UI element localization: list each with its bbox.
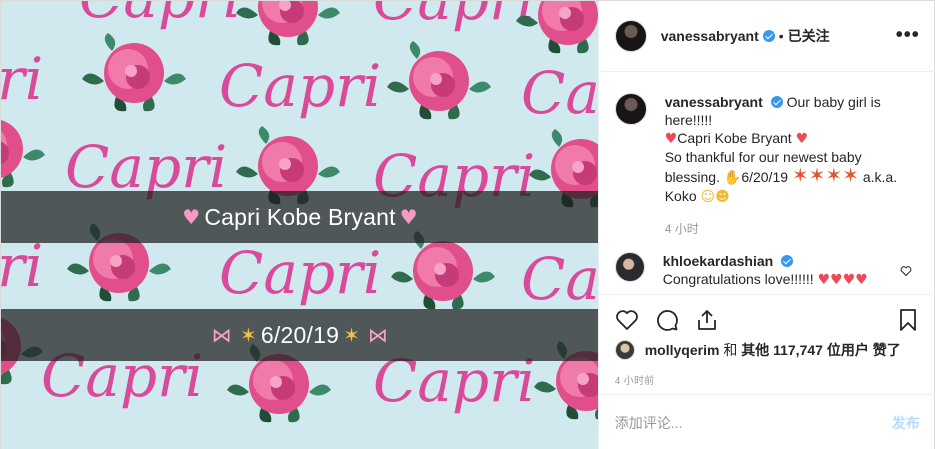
svg-text:Capri: Capri bbox=[219, 239, 381, 307]
likes-count[interactable]: 117,747 bbox=[773, 342, 823, 358]
comment-username[interactable]: khloekardashian bbox=[663, 253, 774, 269]
comment-item: khloekardashian Congratulations love!!!!… bbox=[614, 252, 920, 289]
date-caption-bar: ⋈ ✶ 6/20/19 ✶ ⋈ bbox=[1, 309, 598, 361]
comment-input[interactable] bbox=[614, 414, 892, 431]
verified-icon bbox=[781, 255, 794, 267]
heart-icon[interactable] bbox=[615, 308, 639, 332]
comment-icon[interactable] bbox=[655, 308, 679, 332]
caption-date: 6/20/19 bbox=[260, 321, 340, 348]
svg-text:Capri: Capri bbox=[521, 59, 598, 127]
party-popper-icon: ✶✶✶✶ bbox=[791, 163, 859, 187]
caption-nickname: Koko bbox=[664, 188, 697, 204]
bookmark-icon[interactable] bbox=[896, 308, 920, 332]
comments-list[interactable]: vanessabryant Our baby girl is here!!!!!… bbox=[599, 73, 935, 293]
caption-username[interactable]: vanessabryant bbox=[665, 94, 763, 110]
face-emoji-icon: ☺☻ bbox=[700, 189, 730, 205]
ribbon-icon: ⋈ bbox=[368, 323, 389, 347]
caption-time[interactable]: 4 小时 bbox=[665, 220, 920, 238]
heart-icon: ♥ bbox=[795, 131, 809, 147]
avatar[interactable] bbox=[614, 252, 645, 282]
sparkling-heart-icon: ♥ bbox=[182, 205, 201, 229]
hearts-icon: ♥♥♥♥ bbox=[817, 272, 868, 288]
caption-date-text: 6/20/19 bbox=[741, 169, 789, 185]
svg-text:Capri: Capri bbox=[521, 245, 598, 313]
caption-aka: a.k.a. bbox=[862, 169, 898, 185]
avatar[interactable] bbox=[614, 340, 635, 360]
likes-summary: mollyqerim 和 其他 117,747 位用户 赞了 bbox=[614, 340, 901, 360]
share-icon[interactable] bbox=[695, 308, 719, 332]
following-button[interactable]: 已关注 bbox=[788, 26, 830, 46]
action-bar bbox=[598, 294, 935, 344]
more-icon[interactable]: ••• bbox=[896, 25, 920, 45]
party-popper-icon: ✶ bbox=[239, 323, 257, 347]
name-caption-bar: ♥ Capri Kobe Bryant ♥ bbox=[1, 191, 598, 243]
comment-composer: 发布 bbox=[598, 394, 935, 449]
comment-like-icon[interactable] bbox=[900, 265, 912, 277]
others-label[interactable]: 其他 bbox=[741, 342, 769, 358]
caption-line-2: Capri Kobe Bryant bbox=[677, 130, 792, 146]
avatar[interactable] bbox=[614, 93, 647, 125]
verified-icon bbox=[770, 96, 783, 108]
svg-text:Capri: Capri bbox=[219, 52, 381, 120]
post-timestamp[interactable]: 4 小时前 bbox=[615, 372, 655, 387]
sparkling-heart-icon: ♥ bbox=[399, 205, 418, 229]
svg-text:Capri: Capri bbox=[79, 1, 241, 31]
likes-connector: 和 bbox=[723, 342, 738, 358]
post-comment-button[interactable]: 发布 bbox=[892, 413, 920, 433]
verified-icon bbox=[762, 30, 775, 42]
avatar[interactable] bbox=[614, 20, 647, 52]
caption-name: Capri Kobe Bryant bbox=[204, 203, 396, 230]
likes-text: mollyqerim 和 其他 117,747 位用户 赞了 bbox=[645, 340, 901, 360]
liker-username[interactable]: mollyqerim bbox=[645, 342, 720, 358]
caption-comment: vanessabryant Our baby girl is here!!!!!… bbox=[614, 93, 920, 238]
praying-hands-icon: ✋ bbox=[723, 170, 742, 186]
ribbon-icon: ⋈ bbox=[211, 323, 232, 347]
svg-text:Capri: Capri bbox=[373, 1, 535, 33]
instagram-post: Capri Capri Capri Capri Capri Capri Capr… bbox=[0, 0, 935, 449]
comment-text: Congratulations love!!!!!! bbox=[662, 271, 814, 287]
header-username[interactable]: vanessabryant bbox=[661, 28, 759, 44]
separator-dot: • bbox=[778, 28, 784, 44]
heart-icon: ♥ bbox=[664, 131, 678, 147]
post-header: vanessabryant • 已关注 ••• bbox=[598, 1, 935, 72]
post-photo[interactable]: Capri Capri Capri Capri Capri Capri Capr… bbox=[1, 1, 598, 449]
party-popper-icon: ✶ bbox=[343, 323, 361, 347]
post-side-panel: vanessabryant • 已关注 ••• vanessabryant Ou… bbox=[597, 1, 935, 449]
likes-suffix[interactable]: 位用户 赞了 bbox=[827, 342, 901, 358]
svg-text:Capri: Capri bbox=[1, 45, 43, 113]
